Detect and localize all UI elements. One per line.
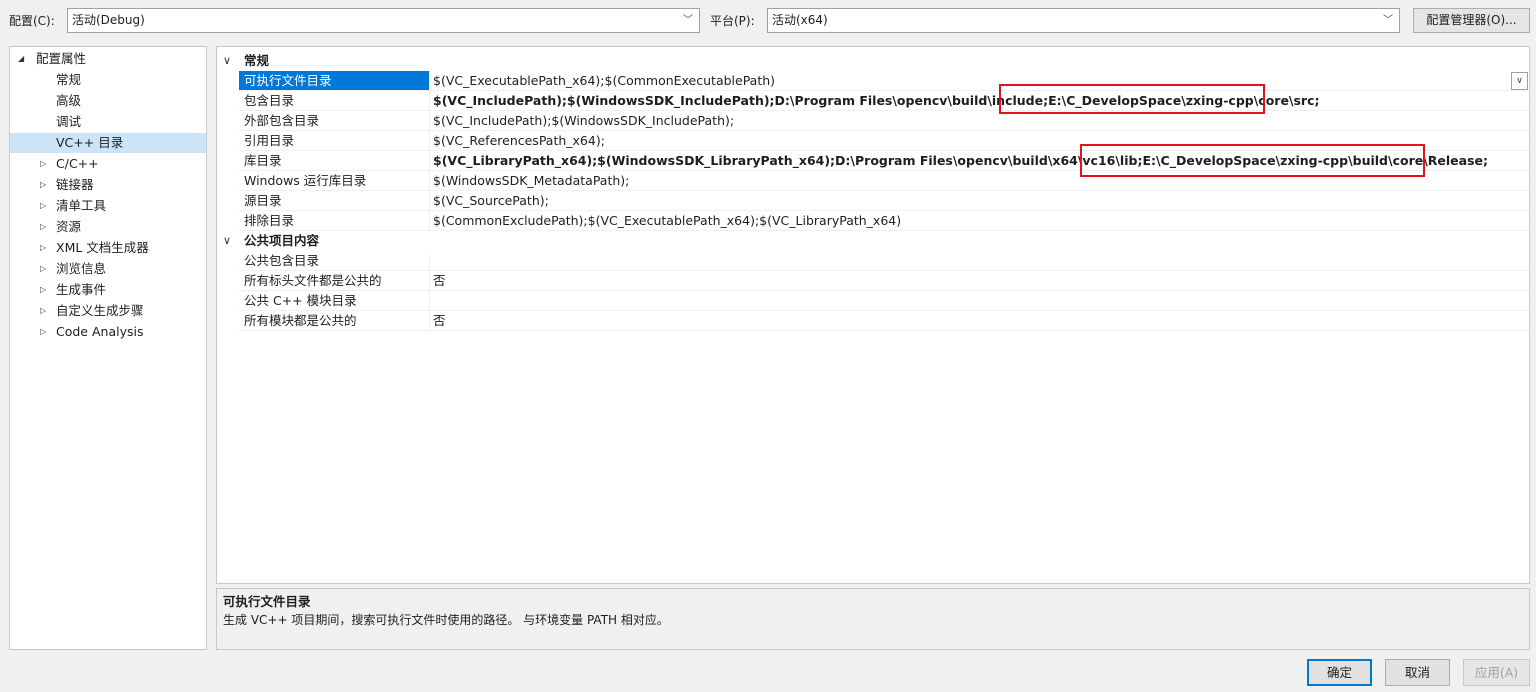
property-row[interactable]: 源目录 $(VC_SourcePath); xyxy=(217,191,1529,211)
tree-item-build-events[interactable]: ▷ 生成事件 xyxy=(10,280,206,300)
chevron-down-icon: ∨ xyxy=(223,54,232,67)
property-value[interactable]: $(VC_IncludePath);$(WindowsSDK_IncludePa… xyxy=(429,111,1529,131)
property-row[interactable]: Windows 运行库目录 $(WindowsSDK_MetadataPath)… xyxy=(217,171,1529,191)
tree-item-linker[interactable]: ▷ 链接器 xyxy=(10,175,206,195)
category-public-project-content[interactable]: ∨ 公共项目内容 xyxy=(217,231,1529,251)
property-row[interactable]: 可执行文件目录 $(VC_ExecutablePath_x64);$(Commo… xyxy=(217,71,1529,91)
tree-item-code-analysis[interactable]: ▷ Code Analysis xyxy=(10,322,206,342)
property-name: 可执行文件目录 xyxy=(239,71,429,91)
tree-item-custom-build-step[interactable]: ▷ 自定义生成步骤 xyxy=(10,301,206,321)
collapsed-triangle-icon: ▷ xyxy=(40,180,47,189)
property-name: Windows 运行库目录 xyxy=(239,171,429,191)
chevron-down-icon: ﹀ xyxy=(1383,15,1393,26)
description-title: 可执行文件目录 xyxy=(223,594,311,609)
property-value[interactable] xyxy=(429,291,1529,311)
expanded-triangle-icon: ◢ xyxy=(18,54,25,63)
property-name: 外部包含目录 xyxy=(239,111,429,131)
tree-item-browse-info[interactable]: ▷ 浏览信息 xyxy=(10,259,206,279)
property-row[interactable]: 库目录 $(VC_LibraryPath_x64);$(WindowsSDK_L… xyxy=(217,151,1529,171)
chevron-down-icon: ∨ xyxy=(223,234,232,247)
property-value[interactable]: $(VC_ExecutablePath_x64);$(CommonExecuta… xyxy=(429,71,1529,91)
property-value[interactable]: $(CommonExcludePath);$(VC_ExecutablePath… xyxy=(429,211,1529,231)
collapsed-triangle-icon: ▷ xyxy=(40,327,47,336)
property-value[interactable]: $(WindowsSDK_MetadataPath); xyxy=(429,171,1529,191)
tree-item-vc-directories[interactable]: VC++ 目录 xyxy=(10,133,206,153)
collapsed-triangle-icon: ▷ xyxy=(40,285,47,294)
ok-button[interactable]: 确定 xyxy=(1307,659,1372,686)
property-value[interactable]: 否 xyxy=(429,271,1529,291)
collapsed-triangle-icon: ▷ xyxy=(40,306,47,315)
tree-item-debugging[interactable]: 调试 xyxy=(10,112,206,132)
property-name: 引用目录 xyxy=(239,131,429,151)
tree-item-manifest-tool[interactable]: ▷ 清单工具 xyxy=(10,196,206,216)
property-row[interactable]: 公共包含目录 xyxy=(217,251,1529,271)
property-value[interactable]: $(VC_IncludePath);$(WindowsSDK_IncludePa… xyxy=(429,91,1529,111)
property-row[interactable]: 公共 C++ 模块目录 xyxy=(217,291,1529,311)
tree-item-resources[interactable]: ▷ 资源 xyxy=(10,217,206,237)
platform-value: 活动(x64) xyxy=(772,13,828,27)
tree-root-config-properties[interactable]: ◢ 配置属性 xyxy=(10,49,206,69)
property-row[interactable]: 外部包含目录 $(VC_IncludePath);$(WindowsSDK_In… xyxy=(217,111,1529,131)
property-value[interactable]: 否 xyxy=(429,311,1529,331)
chevron-down-icon: ∨ xyxy=(1516,76,1523,86)
tree-item-advanced[interactable]: 高级 xyxy=(10,91,206,111)
value-dropdown-button[interactable]: ∨ xyxy=(1511,72,1528,90)
config-manager-button[interactable]: 配置管理器(O)... xyxy=(1413,8,1530,33)
config-combo[interactable]: 活动(Debug) ﹀ xyxy=(67,8,700,33)
description-pane: 可执行文件目录 生成 VC++ 项目期间，搜索可执行文件时使用的路径。 与环境变… xyxy=(216,588,1530,650)
property-row[interactable]: 引用目录 $(VC_ReferencesPath_x64); xyxy=(217,131,1529,151)
collapsed-triangle-icon: ▷ xyxy=(40,159,47,168)
property-row[interactable]: 所有模块都是公共的 否 xyxy=(217,311,1529,331)
property-row[interactable]: 所有标头文件都是公共的 否 xyxy=(217,271,1529,291)
description-text: 生成 VC++ 项目期间，搜索可执行文件时使用的路径。 与环境变量 PATH 相… xyxy=(223,613,669,627)
property-value[interactable]: $(VC_ReferencesPath_x64); xyxy=(429,131,1529,151)
property-row[interactable]: 包含目录 $(VC_IncludePath);$(WindowsSDK_Incl… xyxy=(217,91,1529,111)
config-label: 配置(C): xyxy=(9,14,55,28)
config-toolbar: 配置(C): 活动(Debug) ﹀ 平台(P): 活动(x64) ﹀ 配置管理… xyxy=(0,0,1536,40)
apply-button[interactable]: 应用(A) xyxy=(1463,659,1530,686)
property-name: 公共包含目录 xyxy=(239,251,429,271)
property-tree: ◢ 配置属性 常规 高级 调试 VC++ 目录 ▷ C/C++ ▷ 链接器 ▷ … xyxy=(9,46,207,650)
collapsed-triangle-icon: ▷ xyxy=(40,243,47,252)
property-name: 公共 C++ 模块目录 xyxy=(239,291,429,311)
tree-item-general[interactable]: 常规 xyxy=(10,70,206,90)
property-row[interactable]: 排除目录 $(CommonExcludePath);$(VC_Executabl… xyxy=(217,211,1529,231)
platform-combo[interactable]: 活动(x64) ﹀ xyxy=(767,8,1400,33)
cancel-button[interactable]: 取消 xyxy=(1385,659,1450,686)
collapsed-triangle-icon: ▷ xyxy=(40,222,47,231)
collapsed-triangle-icon: ▷ xyxy=(40,264,47,273)
category-general[interactable]: ∨ 常规 xyxy=(217,51,1529,71)
property-value[interactable] xyxy=(429,251,1529,271)
chevron-down-icon: ﹀ xyxy=(683,15,693,26)
property-name: 所有模块都是公共的 xyxy=(239,311,429,331)
property-name: 排除目录 xyxy=(239,211,429,231)
config-value: 活动(Debug) xyxy=(72,13,145,27)
tree-item-c-cpp[interactable]: ▷ C/C++ xyxy=(10,154,206,174)
property-name: 库目录 xyxy=(239,151,429,171)
platform-label: 平台(P): xyxy=(710,14,755,28)
property-value[interactable]: $(VC_SourcePath); xyxy=(429,191,1529,211)
tree-item-xml-doc-generator[interactable]: ▷ XML 文档生成器 xyxy=(10,238,206,258)
property-grid: ∨ 常规 可执行文件目录 $(VC_ExecutablePath_x64);$(… xyxy=(216,46,1530,584)
property-name: 包含目录 xyxy=(239,91,429,111)
collapsed-triangle-icon: ▷ xyxy=(40,201,47,210)
property-value[interactable]: $(VC_LibraryPath_x64);$(WindowsSDK_Libra… xyxy=(429,151,1529,171)
property-name: 所有标头文件都是公共的 xyxy=(239,271,429,291)
property-name: 源目录 xyxy=(239,191,429,211)
